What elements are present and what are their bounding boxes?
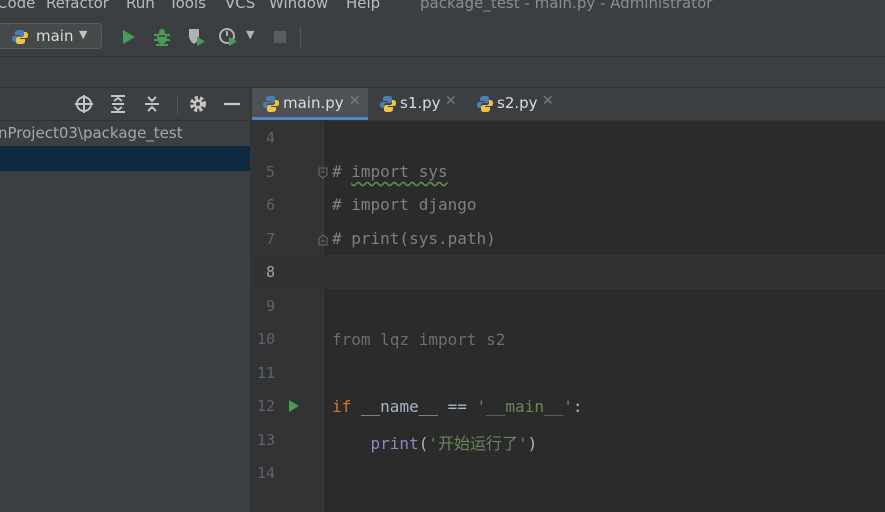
menu-tools[interactable]: Tools [169, 0, 206, 12]
line-number: 13 [256, 431, 275, 449]
close-icon[interactable]: ✕ [445, 93, 457, 109]
code-token: : [572, 397, 583, 416]
menu-bar: Code Refactor Run Tools VCS Window Help … [0, 0, 885, 18]
header-separator [177, 96, 178, 114]
run-configuration-label: main [36, 27, 74, 45]
code-token: == [447, 397, 467, 416]
line-number: 14 [256, 464, 275, 482]
menu-code[interactable]: Code [0, 0, 35, 12]
code-token: if [332, 397, 352, 416]
python-file-icon [477, 96, 493, 112]
fold-start-icon[interactable] [318, 167, 328, 179]
line-number: 9 [265, 297, 275, 315]
code-line: print('开始运行了') [332, 430, 538, 454]
more-run-options-icon[interactable]: ▼ [246, 28, 254, 41]
expand-all-icon[interactable] [108, 94, 128, 114]
toolbar-separator [300, 26, 301, 48]
main-toolbar: main ▼ ▼ [0, 18, 885, 57]
code-line: # import sys [332, 162, 448, 181]
close-icon[interactable]: ✕ [542, 93, 554, 109]
menu-run[interactable]: Run [126, 0, 155, 12]
menu-window[interactable]: Window [269, 0, 328, 12]
line-number: 12 [256, 397, 275, 415]
code-token: '__main__' [476, 397, 573, 416]
code-token: lqz [380, 330, 410, 349]
comment-token: # print(sys.path) [332, 229, 496, 248]
collapse-all-icon[interactable] [142, 94, 162, 114]
code-token: s2 [486, 330, 506, 349]
current-line-highlight [251, 255, 885, 289]
menu-vcs[interactable]: VCS [225, 0, 255, 12]
hide-icon[interactable] [222, 94, 242, 114]
tab-s1-py[interactable]: s1.py ✕ [369, 88, 465, 120]
navigation-bar [0, 57, 885, 88]
code-token: '开始运行了' [428, 434, 528, 453]
python-icon [12, 30, 28, 44]
run-configuration-selector[interactable]: main ▼ [0, 23, 102, 49]
comment-token: # import django [332, 195, 477, 214]
code-token: from [332, 330, 371, 349]
project-panel-header [0, 88, 250, 121]
comment-token: # [332, 162, 352, 181]
line-number: 11 [256, 364, 275, 382]
chevron-down-icon: ▼ [79, 28, 88, 41]
code-line: # import django [332, 195, 477, 214]
line-number-current: 8 [265, 263, 275, 281]
line-number: 5 [265, 163, 275, 181]
code-token: import [418, 330, 477, 349]
stop-icon[interactable] [269, 26, 291, 48]
project-panel: nProject03\package_test [0, 88, 251, 512]
selected-tree-row[interactable] [0, 146, 250, 171]
run-gutter-icon[interactable] [288, 399, 300, 413]
code-line: # print(sys.path) [332, 229, 496, 248]
python-file-icon [380, 96, 396, 112]
tab-main-py[interactable]: main.py ✕ [252, 88, 368, 120]
close-icon[interactable]: ✕ [349, 93, 361, 109]
editor-tab-bar: main.py ✕ s1.py ✕ s2.py ✕ [251, 88, 885, 121]
tab-s2-py[interactable]: s2.py ✕ [466, 88, 562, 120]
fold-end-icon[interactable] [318, 234, 328, 246]
tab-label: s1.py [400, 94, 441, 112]
code-line: from lqz import s2 [332, 330, 505, 349]
project-root-path[interactable]: nProject03\package_test [0, 124, 183, 142]
code-token: ( [418, 434, 429, 453]
menu-help[interactable]: Help [346, 0, 380, 12]
code-token: ) [527, 434, 538, 453]
settings-icon[interactable] [188, 94, 208, 114]
tab-label: s2.py [497, 94, 538, 112]
run-with-coverage-icon[interactable] [185, 26, 207, 48]
comment-token: import sys [351, 162, 448, 181]
line-number: 7 [265, 230, 275, 248]
code-token: __name__ [360, 397, 438, 416]
profile-icon[interactable] [217, 26, 239, 48]
menu-refactor[interactable]: Refactor [46, 0, 109, 12]
line-number: 10 [256, 330, 275, 348]
line-number: 6 [265, 196, 275, 214]
code-token: print [370, 434, 419, 453]
locate-icon[interactable] [74, 94, 94, 114]
code-line: if __name__ == '__main__': [332, 397, 582, 416]
python-file-icon [263, 96, 279, 112]
line-number: 4 [265, 129, 275, 147]
window-title: package_test - main.py - Administrator [420, 0, 713, 12]
debug-icon[interactable] [151, 26, 173, 48]
run-icon[interactable] [117, 26, 139, 48]
tab-label: main.py [283, 94, 344, 112]
